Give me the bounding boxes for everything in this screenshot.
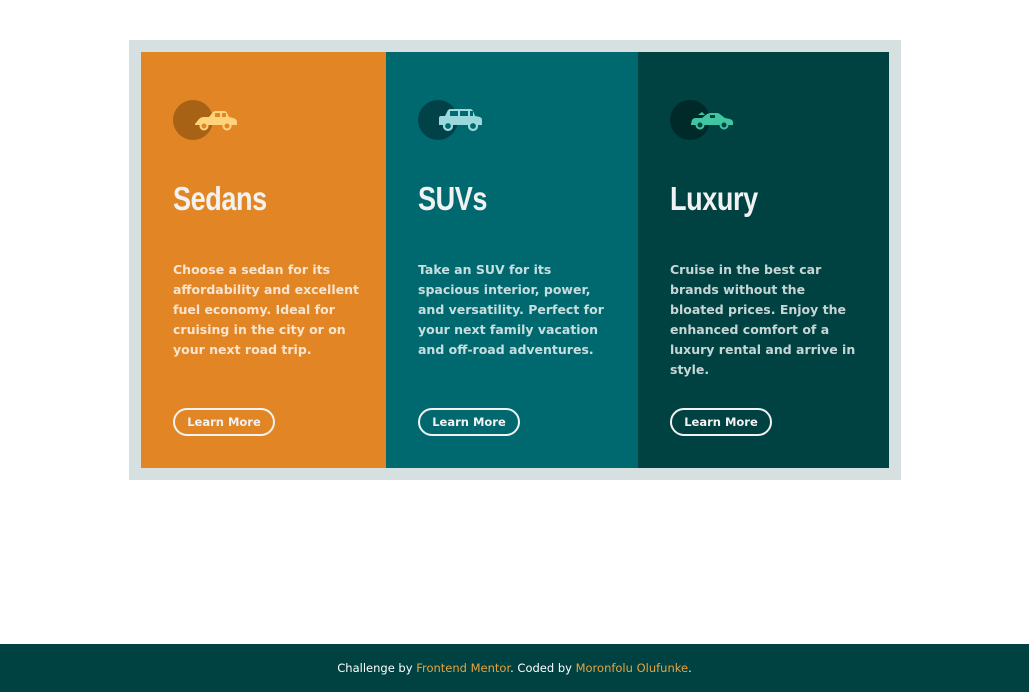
suv-car-icon bbox=[418, 100, 488, 140]
footer: Challenge by Frontend Mentor. Coded by M… bbox=[0, 644, 1029, 692]
sedan-car-icon bbox=[173, 100, 243, 140]
card-title: Sedans bbox=[173, 180, 267, 217]
page: Sedans Choose a sedan for its affordabil… bbox=[0, 0, 1029, 692]
card-suvs: SUVs Take an SUV for its spacious interi… bbox=[386, 52, 638, 468]
learn-more-button[interactable]: Learn More bbox=[173, 408, 275, 436]
card-title: Luxury bbox=[670, 180, 758, 217]
card-luxury: Luxury Cruise in the best car brands wit… bbox=[638, 52, 889, 468]
cards-container: Sedans Choose a sedan for its affordabil… bbox=[141, 52, 889, 468]
card-title: SUVs bbox=[418, 180, 488, 217]
learn-more-button[interactable]: Learn More bbox=[670, 408, 772, 436]
author-link[interactable]: Moronfolu Olufunke bbox=[576, 661, 688, 675]
footer-middle: . Coded by bbox=[510, 661, 576, 675]
card-sedans: Sedans Choose a sedan for its affordabil… bbox=[141, 52, 386, 468]
footer-suffix: . bbox=[688, 661, 692, 675]
learn-more-button[interactable]: Learn More bbox=[418, 408, 520, 436]
luxury-car-icon bbox=[670, 100, 740, 140]
card-description: Cruise in the best car brands without th… bbox=[670, 262, 856, 377]
footer-prefix: Challenge by bbox=[337, 661, 417, 675]
card-description: Take an SUV for its spacious interior, p… bbox=[418, 262, 604, 357]
card-description: Choose a sedan for its affordability and… bbox=[173, 262, 359, 357]
frontend-mentor-link[interactable]: Frontend Mentor bbox=[416, 661, 510, 675]
